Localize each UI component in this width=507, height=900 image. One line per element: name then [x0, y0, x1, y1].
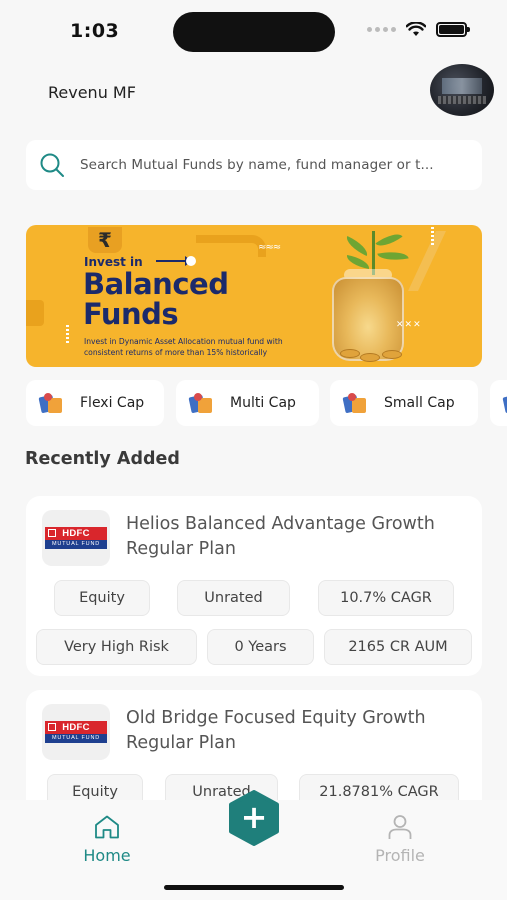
section-title: Recently Added	[25, 449, 180, 469]
fund-logo: HDFC MUTUAL FUND	[42, 510, 110, 566]
fund-tag-type: Equity	[54, 580, 150, 616]
category-icon	[502, 392, 507, 414]
status-time: 1:03	[70, 20, 120, 42]
category-chip-more[interactable]	[490, 380, 507, 426]
leaf-illustration	[377, 248, 409, 264]
search-icon	[40, 153, 64, 177]
fund-name: Helios Balanced Advantage Growth Regular…	[126, 514, 435, 559]
category-chip-small-cap[interactable]: Small Cap	[330, 380, 478, 426]
category-label: Flexi Cap	[80, 395, 145, 411]
fund-tag-rating: Unrated	[177, 580, 290, 616]
promo-banner[interactable]: ₹ Invest in ≈≈≈ Balanced Funds Invest in…	[26, 225, 482, 367]
category-chip-flexi-cap[interactable]: Flexi Cap	[26, 380, 164, 426]
signal-icon	[367, 27, 396, 32]
fund-logo: HDFC MUTUAL FUND	[42, 704, 110, 760]
banner-decoration	[186, 256, 196, 266]
wifi-icon	[406, 22, 426, 36]
search-bar[interactable]: Search Mutual Funds by name, fund manage…	[26, 140, 482, 190]
category-icon	[38, 392, 64, 414]
dynamic-island	[173, 12, 335, 52]
category-label: Multi Cap	[230, 395, 296, 411]
banner-decoration	[196, 235, 266, 257]
fund-tag-age: 0 Years	[207, 629, 314, 665]
banner-decoration: ✕✕✕	[396, 320, 422, 330]
home-indicator	[164, 885, 344, 890]
app-title: Revenu MF	[48, 83, 136, 102]
banner-title: Balanced Funds	[83, 267, 229, 331]
home-icon	[95, 815, 119, 839]
fund-tag-aum: 2165 CR AUM	[324, 629, 472, 665]
fund-name: Old Bridge Focused Equity Growth Regular…	[126, 708, 426, 753]
nav-profile-label: Profile	[375, 846, 425, 865]
wave-icon: ≈≈≈	[258, 242, 281, 253]
user-icon	[388, 815, 412, 839]
leaf-illustration	[345, 254, 371, 270]
status-bar: 1:03	[0, 0, 507, 62]
category-chips: Flexi Cap Multi Cap Small Cap	[26, 380, 507, 426]
fund-card[interactable]: HDFC MUTUAL FUND Helios Balanced Advanta…	[26, 496, 482, 676]
coin-illustration	[360, 353, 380, 362]
add-button[interactable]: +	[226, 790, 282, 846]
battery-icon	[436, 22, 470, 37]
category-label: Small Cap	[384, 395, 455, 411]
hdfc-logo: HDFC MUTUAL FUND	[45, 721, 107, 743]
category-icon	[188, 392, 214, 414]
category-chip-multi-cap[interactable]: Multi Cap	[176, 380, 319, 426]
arrow-right-icon	[156, 256, 192, 266]
coin-illustration	[340, 349, 360, 358]
rupee-icon: ₹	[88, 227, 122, 253]
banner-decoration	[431, 227, 434, 245]
leaf-illustration	[375, 228, 403, 252]
category-icon	[342, 392, 368, 414]
nav-home[interactable]: Home	[57, 814, 157, 865]
coin-jar-illustration	[332, 277, 404, 361]
banner-decoration	[66, 325, 69, 343]
banner-decoration	[26, 300, 44, 326]
status-icons	[367, 22, 470, 37]
fund-tag-risk: Very High Risk	[36, 629, 197, 665]
leaf-illustration	[343, 235, 371, 257]
hdfc-logo: HDFC MUTUAL FUND	[45, 527, 107, 549]
avatar[interactable]	[430, 64, 494, 116]
coin-illustration	[382, 350, 402, 359]
fund-tag-cagr: 10.7% CAGR	[318, 580, 454, 616]
plus-icon: +	[240, 798, 268, 836]
search-input[interactable]: Search Mutual Funds by name, fund manage…	[80, 157, 474, 173]
banner-title-line1: Balanced	[83, 267, 229, 301]
nav-profile[interactable]: Profile	[350, 814, 450, 865]
banner-subtitle: Invest in Dynamic Asset Allocation mutua…	[84, 337, 283, 357]
banner-decoration	[408, 231, 482, 291]
nav-home-label: Home	[83, 846, 131, 865]
banner-title-line2: Funds	[83, 297, 179, 331]
